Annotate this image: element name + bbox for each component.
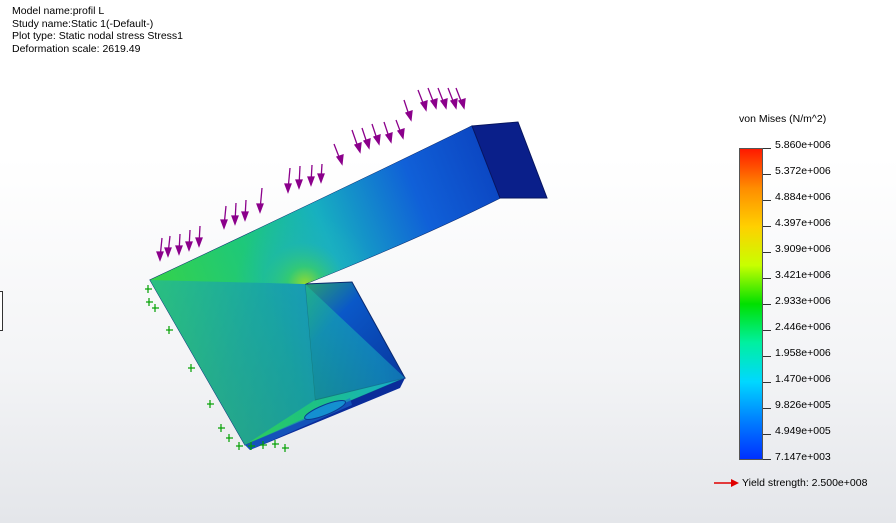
legend-label: 3.909e+006 — [775, 243, 831, 255]
load-arrow — [333, 143, 344, 166]
load-arrow — [295, 165, 303, 190]
fixture-symbol — [272, 440, 279, 448]
load-arrow — [395, 119, 405, 140]
legend-tick — [763, 148, 771, 149]
load-arrow — [317, 163, 325, 184]
fixture-symbol — [282, 444, 289, 452]
legend-tick — [763, 304, 771, 305]
load-arrow — [361, 127, 371, 150]
load-arrow — [185, 229, 193, 252]
legend-tick — [763, 252, 771, 253]
yield-arrow-icon — [714, 479, 739, 487]
legend-tick — [763, 174, 771, 175]
legend-tick — [763, 382, 771, 383]
fixture-symbol — [218, 424, 225, 432]
fixture-symbol — [152, 304, 159, 312]
legend-label: 4.949e+005 — [775, 425, 831, 437]
profile-flange-hotspot — [150, 126, 500, 284]
yield-strength-label: Yield strength: 2.500e+008 — [742, 477, 868, 489]
legend-label: 1.958e+006 — [775, 347, 831, 359]
legend-tick — [763, 356, 771, 357]
legend-title: von Mises (N/m^2) — [739, 113, 827, 125]
legend-label: 2.446e+006 — [775, 321, 831, 333]
fixture-symbol — [145, 285, 152, 293]
legend-label: 5.860e+006 — [775, 139, 831, 151]
load-arrow — [427, 87, 438, 110]
load-arrow — [383, 121, 393, 144]
load-arrow — [231, 202, 239, 226]
load-arrow — [195, 225, 203, 248]
yield-strength-marker: Yield strength: 2.500e+008 — [714, 476, 867, 490]
fixture-symbol — [226, 434, 233, 442]
stress-colorbar — [739, 148, 763, 460]
legend-tick — [763, 200, 771, 201]
load-arrow — [284, 167, 292, 194]
fixture-symbol — [236, 442, 243, 450]
legend-label: 1.470e+006 — [775, 373, 831, 385]
load-arrow — [175, 233, 183, 256]
fixture-symbol — [166, 326, 173, 334]
load-arrow — [220, 205, 228, 230]
fixture-symbol — [188, 364, 195, 372]
fixture-symbol — [207, 400, 214, 408]
load-arrow — [164, 235, 172, 258]
load-arrow — [351, 129, 362, 154]
legend-tick — [763, 278, 771, 279]
load-arrow — [447, 87, 458, 110]
load-arrow — [437, 87, 448, 110]
legend-tick — [763, 226, 771, 227]
fixture-symbol — [146, 298, 153, 306]
legend-label: 2.933e+006 — [775, 295, 831, 307]
legend-label: 3.421e+006 — [775, 269, 831, 281]
load-arrow — [256, 187, 264, 214]
load-arrow — [307, 164, 315, 187]
load-arrow — [241, 199, 249, 222]
load-arrow — [156, 237, 164, 262]
profile-front-overlay — [150, 280, 405, 445]
load-arrow — [455, 87, 466, 110]
legend-tick — [763, 330, 771, 331]
legend-label: 7.147e+003 — [775, 451, 831, 463]
legend-tick — [763, 434, 771, 435]
legend-tick — [763, 459, 771, 460]
load-arrow — [417, 89, 428, 112]
legend-label: 4.884e+006 — [775, 191, 831, 203]
legend-label: 9.826e+005 — [775, 399, 831, 411]
legend-label: 5.372e+006 — [775, 165, 831, 177]
legend-label: 4.397e+006 — [775, 217, 831, 229]
load-arrow — [371, 123, 381, 146]
load-arrow — [403, 99, 413, 122]
legend-tick — [763, 408, 771, 409]
